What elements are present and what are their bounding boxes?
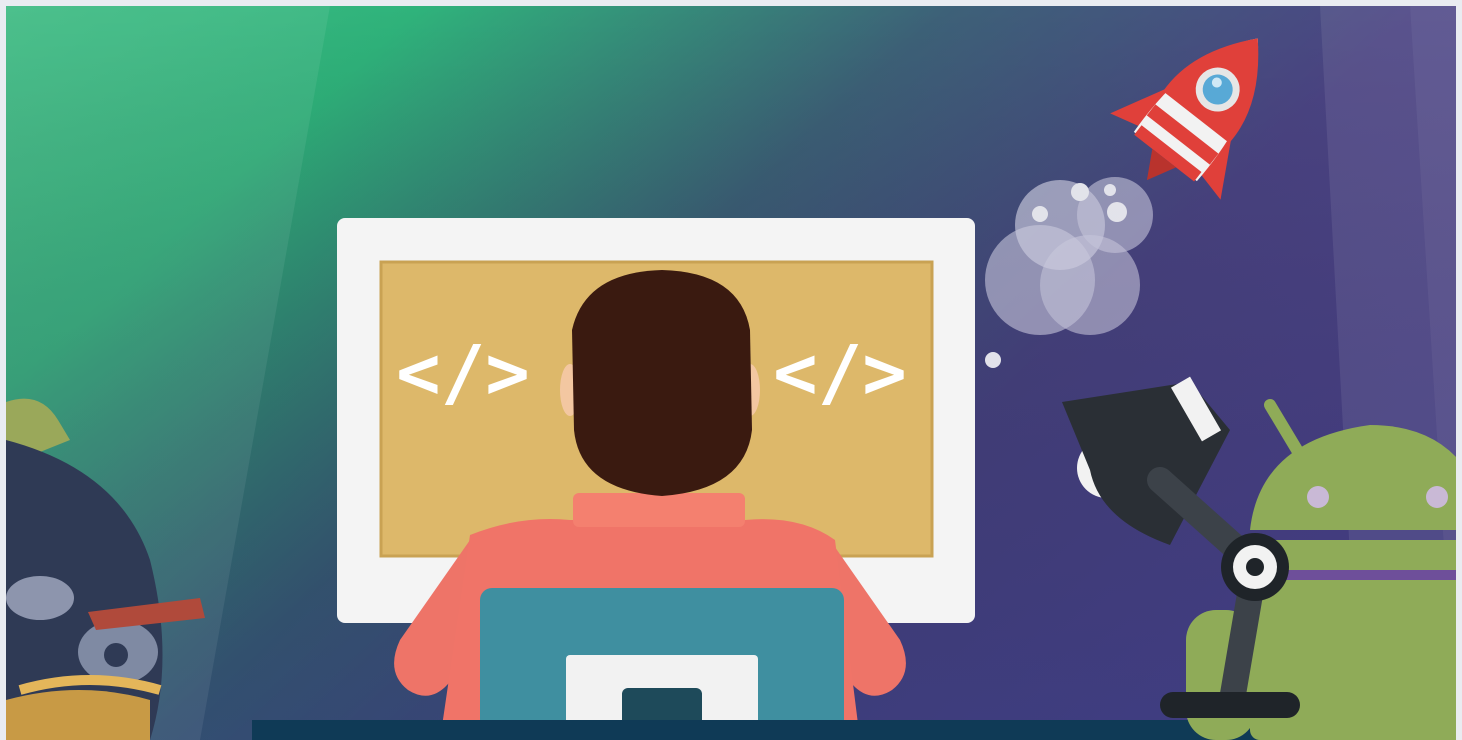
illustration-frame: </> </>	[0, 0, 1462, 740]
code-icon: </>	[396, 330, 530, 416]
chair	[480, 588, 844, 740]
hair	[572, 270, 752, 496]
developer-illustration: </> </>	[0, 0, 1462, 740]
desk	[252, 720, 1320, 740]
code-icon: </>	[773, 330, 907, 416]
